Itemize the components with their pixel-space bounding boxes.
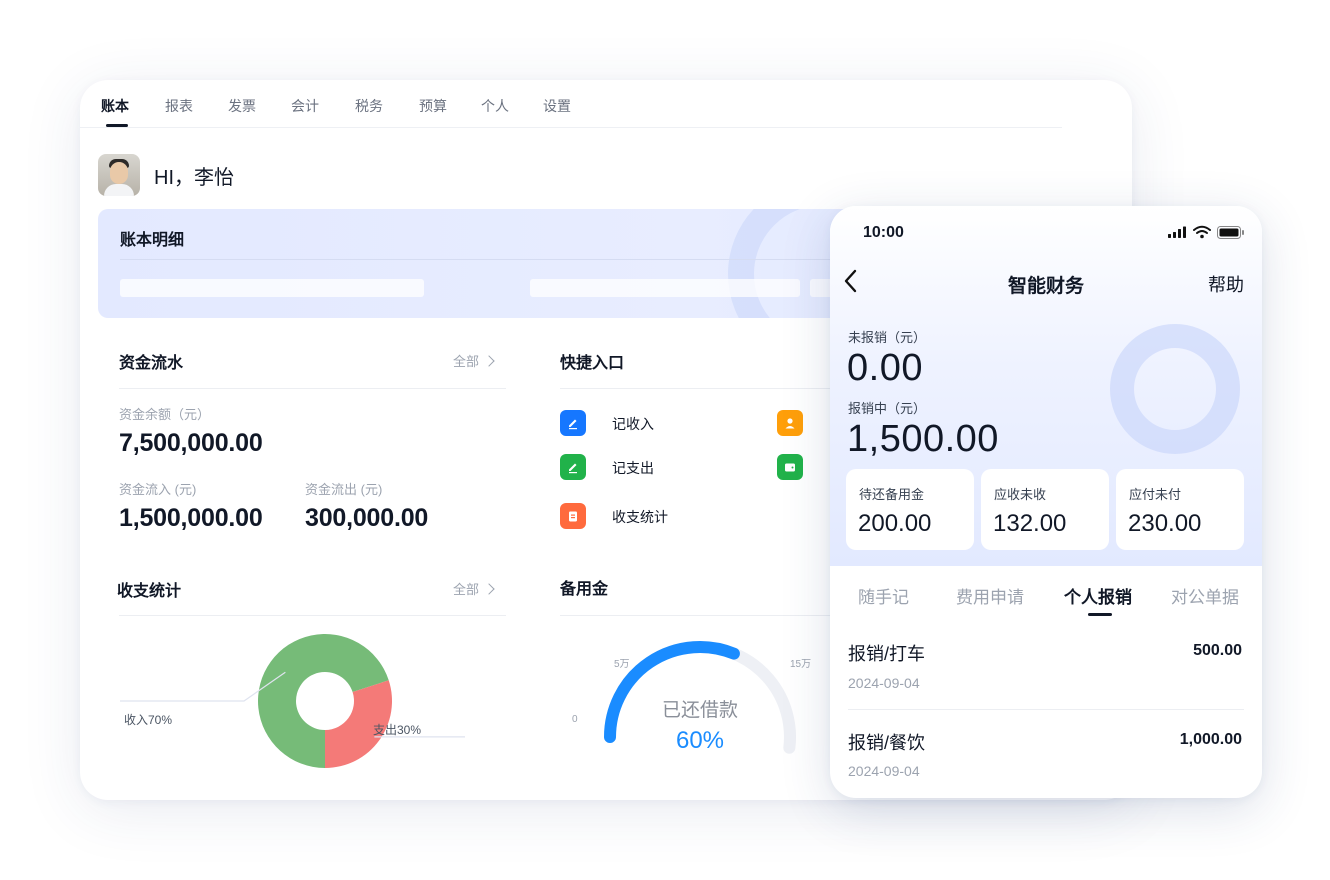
tab-personal[interactable]: 个人 xyxy=(481,98,509,114)
gauge-percent: 60% xyxy=(675,727,725,754)
gauge-label: 已还借款 xyxy=(661,700,738,721)
divider xyxy=(119,615,506,616)
tab-reports[interactable]: 报表 xyxy=(165,98,193,114)
outflow-label: 资金流出 (元) xyxy=(305,482,383,497)
quick-entry-button[interactable] xyxy=(777,410,803,436)
divider xyxy=(120,259,840,260)
view-all-label: 全部 xyxy=(453,582,480,597)
banner-title: 账本明细 xyxy=(120,232,185,249)
help-button[interactable]: 帮助 xyxy=(1208,271,1244,297)
tab-active-indicator xyxy=(1088,613,1112,616)
view-all-label: 全部 xyxy=(453,354,480,369)
unclaimed-label: 未报销（元） xyxy=(848,330,927,345)
record-income-button[interactable] xyxy=(560,410,586,436)
chevron-right-icon xyxy=(483,583,495,595)
claiming-value: 1,500.00 xyxy=(847,418,999,460)
tab-invoices[interactable]: 发票 xyxy=(228,98,256,114)
record-date: 2024-09-04 xyxy=(848,675,920,691)
record-title: 报销/打车 xyxy=(848,644,926,664)
claiming-label: 报销中（元） xyxy=(848,401,927,416)
funds-title: 资金流水 xyxy=(119,355,184,372)
tab-active-indicator xyxy=(106,124,128,127)
pie-label-expense: 支出30% xyxy=(373,723,421,737)
tab-accounting[interactable]: 会计 xyxy=(291,98,319,114)
stat-card-label: 应收未收 xyxy=(994,487,1047,502)
stats-title: 收支统计 xyxy=(117,583,182,600)
inflow-value: 1,500,000.00 xyxy=(119,504,263,532)
outflow-value: 300,000.00 xyxy=(305,504,429,532)
stat-card-label: 应付未付 xyxy=(1129,487,1182,502)
gauge-tick-label: 5万 xyxy=(614,659,630,670)
tab-settings[interactable]: 设置 xyxy=(543,98,571,114)
tab-expense-request[interactable]: 费用申请 xyxy=(956,583,1024,608)
status-bar-time: 10:00 xyxy=(863,224,904,241)
user-icon xyxy=(785,418,795,429)
signal-icon xyxy=(1168,226,1186,238)
record-expense-label[interactable]: 记支出 xyxy=(612,458,654,478)
tab-corporate-documents[interactable]: 对公单据 xyxy=(1171,583,1239,608)
income-expense-donut-chart: 收入70% 支出30% xyxy=(120,634,465,768)
mobile-app: 10:00 智能财务 帮助 未报销（元） 0.00 报销中（元） 1,500.0… xyxy=(830,206,1262,798)
record-expense-button[interactable] xyxy=(560,454,586,480)
phone-title: 智能财务 xyxy=(1007,276,1084,297)
funds-view-all-link[interactable]: 全部 xyxy=(453,351,495,370)
stat-card[interactable]: 待还备用金 200.00 xyxy=(846,469,974,550)
pencil-icon xyxy=(569,463,577,474)
inflow-label: 资金流入 (元) xyxy=(119,482,197,497)
pie-label-income: 收入70% xyxy=(124,713,172,727)
stat-card-value: 200.00 xyxy=(858,510,932,537)
record-amount: 500.00 xyxy=(1193,642,1242,659)
tab-budget[interactable]: 预算 xyxy=(419,98,447,114)
tab-personal-reimbursement[interactable]: 个人报销 xyxy=(1064,583,1132,608)
record-amount: 1,000.00 xyxy=(1179,731,1242,748)
placeholder-bar xyxy=(530,279,800,297)
quick-entry-button[interactable] xyxy=(777,454,803,480)
gauge-tick-label: 15万 xyxy=(790,659,811,670)
header-decoration xyxy=(1110,324,1240,454)
record-title: 报销/餐饮 xyxy=(848,733,926,753)
stats-view-all-link[interactable]: 全部 xyxy=(453,579,495,598)
chevron-right-icon xyxy=(483,355,495,367)
record-date: 2024-09-04 xyxy=(848,763,920,779)
quick-entry-title: 快捷入口 xyxy=(560,355,625,372)
divider xyxy=(119,388,506,389)
greeting-text: HI，李怡 xyxy=(154,166,234,189)
pencil-icon xyxy=(569,419,577,430)
divider xyxy=(560,388,860,389)
tab-quick-notes[interactable]: 随手记 xyxy=(858,583,909,608)
tab-ledger[interactable]: 账本 xyxy=(101,98,129,114)
unclaimed-value: 0.00 xyxy=(847,347,923,389)
stat-card-value: 132.00 xyxy=(993,510,1067,537)
wallet-icon xyxy=(785,463,795,472)
stat-card-label: 待还备用金 xyxy=(859,487,925,502)
stat-card[interactable]: 应付未付 230.00 xyxy=(1116,469,1244,550)
battery-icon xyxy=(1217,226,1244,239)
clipboard-icon xyxy=(569,511,577,522)
stats-entry-button[interactable] xyxy=(560,503,586,529)
gauge-tick-label: 0 xyxy=(572,714,578,725)
balance-value: 7,500,000.00 xyxy=(119,429,263,457)
balance-label: 资金余额（元） xyxy=(119,407,211,422)
stat-card-value: 230.00 xyxy=(1128,510,1202,537)
reserve-title: 备用金 xyxy=(560,581,609,598)
wifi-icon xyxy=(1193,225,1211,239)
placeholder-bar xyxy=(120,279,424,297)
divider xyxy=(848,709,1244,710)
avatar[interactable] xyxy=(98,154,140,196)
stat-card[interactable]: 应收未收 132.00 xyxy=(981,469,1109,550)
stats-entry-label[interactable]: 收支统计 xyxy=(612,507,668,527)
top-nav: 账本 报表 发票 会计 税务 预算 个人 设置 xyxy=(80,80,1062,128)
greeting-row: HI，李怡 xyxy=(98,154,234,196)
record-income-label[interactable]: 记收入 xyxy=(612,414,654,434)
divider xyxy=(560,615,860,616)
tab-tax[interactable]: 税务 xyxy=(355,98,383,114)
